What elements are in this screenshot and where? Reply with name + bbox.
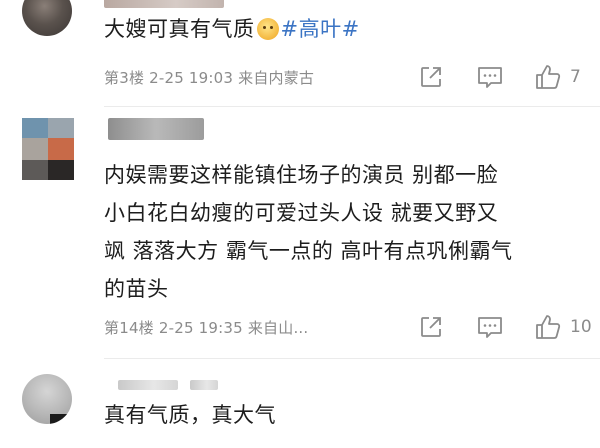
username-blurred [118, 380, 178, 390]
comment-button[interactable] [476, 312, 504, 342]
username-blurred [190, 380, 218, 390]
comment-item: 大嫂可真有气质 #高叶# 第3楼 2-25 19:03 来自内蒙古 7 [0, 0, 600, 106]
avatar-pixel [48, 118, 74, 138]
comment-button[interactable] [476, 62, 504, 92]
comment-meta: 第14楼 2-25 19:35 来自山... [104, 319, 309, 337]
comment-meta: 第3楼 2-25 19:03 来自内蒙古 [104, 69, 315, 87]
comment-actions: 10 [370, 312, 600, 342]
avatar[interactable] [22, 118, 74, 180]
hashtag-link[interactable]: #高叶# [281, 17, 360, 41]
like-icon [536, 315, 561, 339]
avatar[interactable] [22, 374, 72, 424]
share-icon [421, 67, 441, 87]
comment-body: 真有气质，真大气 [104, 403, 276, 427]
like-button[interactable]: 7 [534, 62, 581, 92]
comment-text: 内娱需要这样能镇住场子的演员 别都一脸 小白花白幼瘦的可爱过头人设 就要又野又 … [104, 156, 584, 308]
smile-emoji-icon [256, 18, 279, 40]
comment-line: 的苗头 [104, 277, 169, 301]
avatar-pixel [48, 138, 74, 160]
avatar-pixel [22, 138, 48, 160]
like-icon [536, 65, 561, 89]
avatar-pixel [50, 414, 72, 424]
comment-actions: 7 [370, 62, 600, 92]
divider [104, 358, 600, 359]
comment-item: 真有气质，真大气 [0, 370, 600, 448]
comment-icon [478, 317, 502, 338]
avatar-pixel [22, 118, 48, 138]
comment-item: 内娱需要这样能镇住场子的演员 别都一脸 小白花白幼瘦的可爱过头人设 就要又野又 … [0, 112, 600, 358]
username-blurred [108, 118, 204, 140]
avatar[interactable] [22, 0, 72, 36]
share-button[interactable] [418, 62, 444, 92]
comment-text: 大嫂可真有气质 #高叶# [104, 14, 584, 44]
avatar-pixel [48, 160, 74, 180]
like-count: 10 [570, 317, 592, 337]
comment-line: 内娱需要这样能镇住场子的演员 别都一脸 [104, 163, 499, 187]
comment-body: 大嫂可真有气质 [104, 17, 255, 41]
avatar-pixel [22, 160, 48, 180]
username-blurred [104, 0, 224, 8]
comment-text: 真有气质，真大气 [104, 400, 584, 430]
divider [104, 106, 600, 107]
comment-icon [478, 67, 502, 88]
share-button[interactable] [418, 312, 444, 342]
share-icon [421, 317, 441, 337]
like-button[interactable]: 10 [534, 312, 592, 342]
comment-line: 飒 落落大方 霸气一点的 高叶有点巩俐霸气 [104, 239, 513, 263]
comment-line: 小白花白幼瘦的可爱过头人设 就要又野又 [104, 201, 499, 225]
like-count: 7 [570, 67, 581, 87]
